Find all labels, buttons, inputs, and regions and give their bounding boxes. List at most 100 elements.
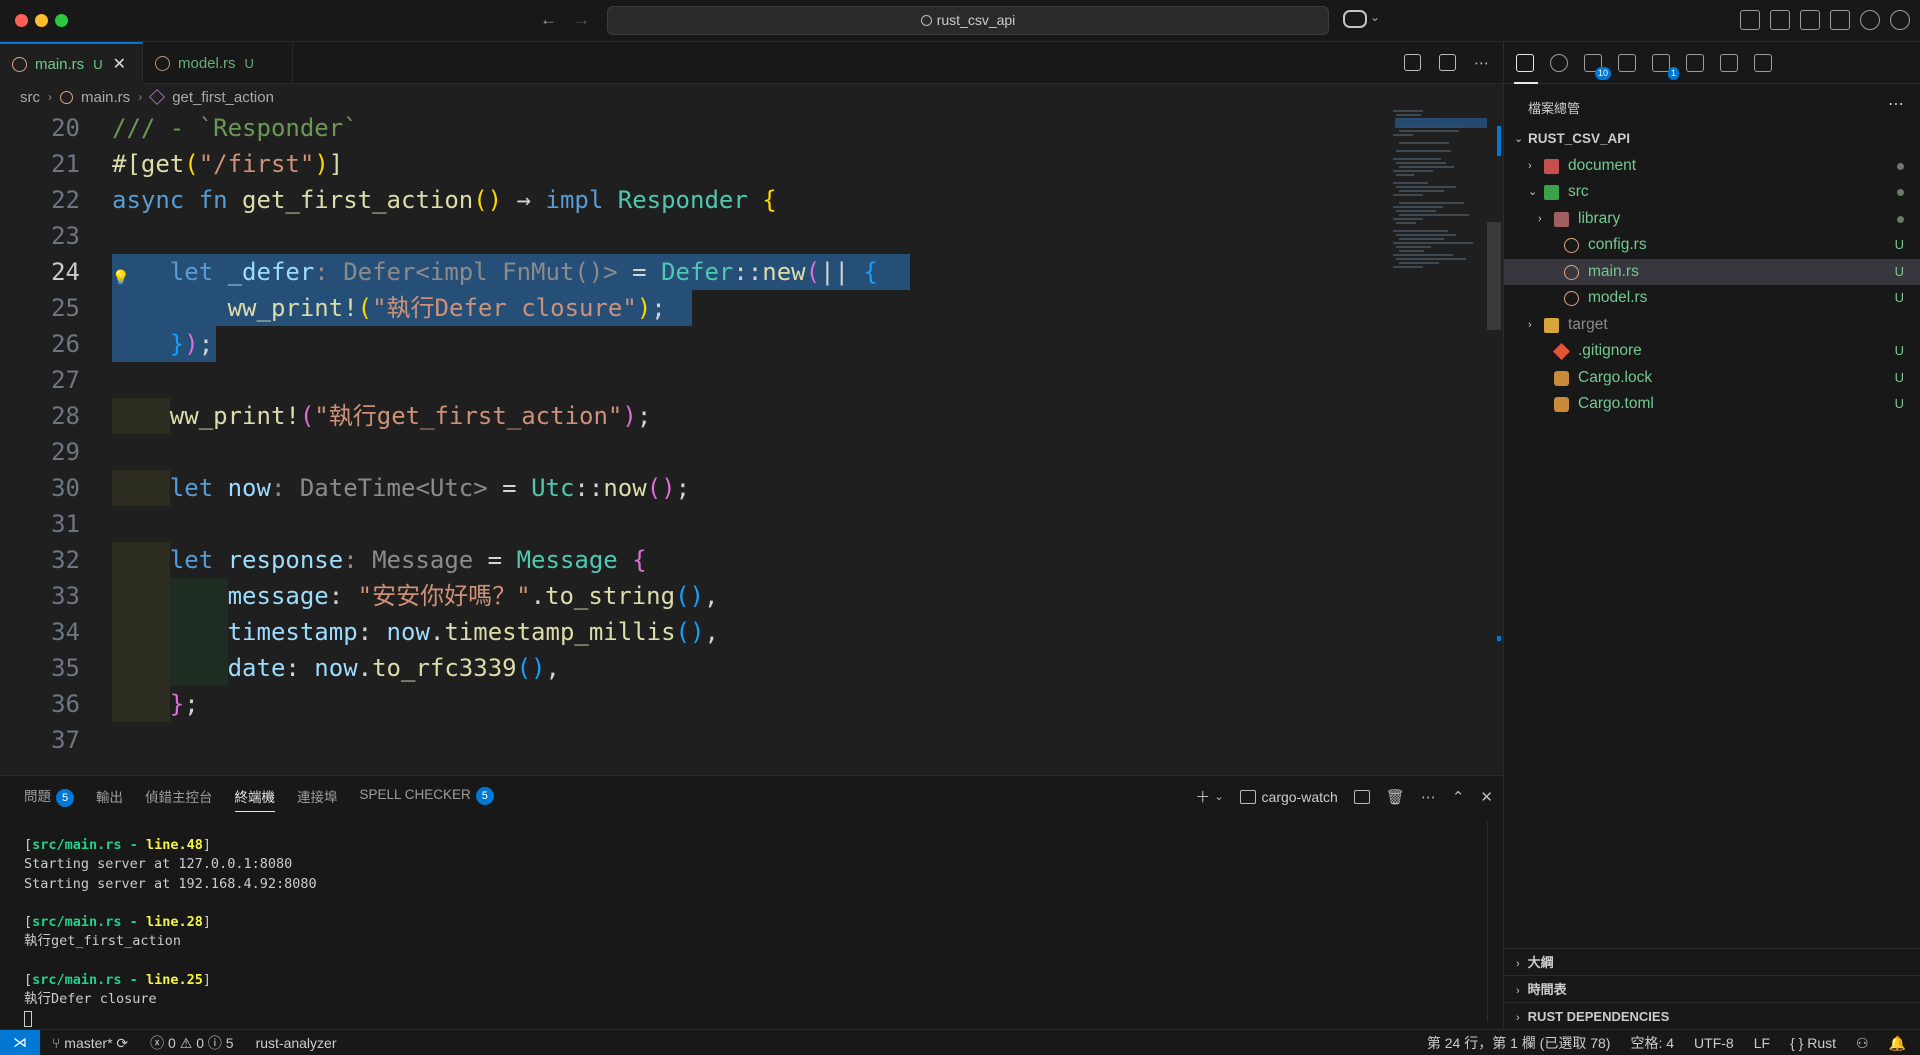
panel-tab-label: 輸出 <box>96 790 123 805</box>
panel-tab[interactable]: 終端機 <box>234 780 275 812</box>
panel-tab[interactable]: 輸出 <box>96 786 123 806</box>
editor-scrollbar[interactable] <box>1487 222 1501 330</box>
lightbulb-icon[interactable]: 💡 <box>112 260 129 286</box>
code-line[interactable]: 31 <box>0 506 1390 542</box>
end-of-line[interactable]: LF <box>1754 1035 1770 1051</box>
remote-explorer-icon[interactable] <box>1686 53 1704 72</box>
tree-folder[interactable]: › library <box>1504 206 1920 233</box>
chevron-down-icon[interactable]: ⌄ <box>1370 10 1380 24</box>
tab-main-rs[interactable]: main.rs U ✕ <box>0 42 143 84</box>
panel-tab[interactable]: 問題 5 <box>24 785 74 807</box>
tree-file[interactable]: Cargo.toml U <box>1504 391 1920 418</box>
breadcrumb-folder[interactable]: src <box>20 89 40 106</box>
terminal-output[interactable]: [src/main.rs - line.48] Starting server a… <box>24 836 317 1029</box>
accounts-icon[interactable] <box>1860 10 1880 30</box>
tree-folder[interactable]: › document <box>1504 153 1920 180</box>
code-line[interactable]: 36 }; <box>0 686 1390 722</box>
search-icon[interactable] <box>1550 53 1568 72</box>
more-actions-icon[interactable]: ⋯ <box>1474 54 1489 72</box>
tree-folder[interactable]: ⌄ src <box>1504 179 1920 206</box>
minimap-line <box>1396 222 1416 224</box>
customize-layout-icon[interactable] <box>1740 10 1760 30</box>
more-actions-icon[interactable]: ⋯ <box>1421 788 1436 806</box>
code-line[interactable]: 22 async fn get_first_action() → impl Res… <box>0 182 1390 218</box>
copilot-icon[interactable] <box>1343 10 1367 28</box>
breadcrumb-file[interactable]: main.rs <box>81 89 130 106</box>
minimize-window-button[interactable] <box>35 14 48 27</box>
panel-tab[interactable]: 連接埠 <box>297 786 338 806</box>
copilot-status-icon[interactable]: ⚇ <box>1856 1035 1869 1052</box>
tab-model-rs[interactable]: model.rs U <box>143 42 293 84</box>
code-line[interactable]: 23 <box>0 218 1390 254</box>
code-line[interactable]: 26 }); <box>0 326 1390 362</box>
close-icon[interactable]: ✕ <box>113 54 126 74</box>
rust-analyzer-status[interactable]: rust-analyzer <box>256 1035 337 1051</box>
code-line[interactable]: 33 message: "安安你好嗎？".to_string(), <box>0 578 1390 614</box>
panel-tab[interactable]: SPELL CHECKER 5 <box>360 787 494 805</box>
source-control-icon[interactable]: 10 <box>1584 53 1611 80</box>
tree-file[interactable]: main.rs U <box>1504 258 1920 285</box>
code-line[interactable]: 34 timestamp: now.timestamp_millis(), <box>0 614 1390 650</box>
encoding[interactable]: UTF-8 <box>1694 1035 1734 1051</box>
code-line[interactable]: 28 ww_print!("執行get_first_action"); <box>0 398 1390 434</box>
minimap-viewport[interactable] <box>1395 118 1487 128</box>
notifications-icon[interactable]: 🔔 <box>1889 1035 1906 1052</box>
toggle-secondary-sidebar-icon[interactable] <box>1830 10 1850 30</box>
sidebar-section[interactable]: › 時間表 <box>1504 975 1920 1002</box>
code-line[interactable]: 25 ww_print!("執行Defer closure"); <box>0 290 1390 326</box>
terminal-selector[interactable]: cargo-watch <box>1239 789 1338 805</box>
tree-file[interactable]: model.rs U <box>1504 285 1920 312</box>
code-editor[interactable]: 20 /// - `Responder` 21 #[get("/first")] 22 a… <box>0 110 1503 775</box>
chevron-down-icon[interactable]: ⌄ <box>1214 790 1223 803</box>
split-editor-icon[interactable] <box>1439 54 1456 71</box>
tree-file[interactable]: Cargo.lock U <box>1504 365 1920 392</box>
open-changes-icon[interactable] <box>1404 54 1421 71</box>
remote-indicator-icon[interactable]: ⋊ <box>0 1030 40 1055</box>
sidebar-section[interactable]: › RUST DEPENDENCIES <box>1504 1002 1920 1029</box>
zoom-window-button[interactable] <box>55 14 68 27</box>
close-window-button[interactable] <box>15 14 28 27</box>
more-actions-icon[interactable]: ⋯ <box>1888 94 1904 114</box>
tree-file[interactable]: .gitignore U <box>1504 338 1920 365</box>
code-line[interactable]: 24 let _defer: Defer<impl FnMut()> = Def… <box>0 254 1390 290</box>
breadcrumb-symbol[interactable]: get_first_action <box>172 89 274 106</box>
maximize-panel-icon[interactable]: ⌃ <box>1452 788 1465 806</box>
command-center-search[interactable]: rust_csv_api <box>607 6 1329 35</box>
language-mode[interactable]: { } Rust <box>1790 1035 1836 1051</box>
code-line[interactable]: 27 <box>0 362 1390 398</box>
toggle-panel-icon[interactable] <box>1800 10 1820 30</box>
tree-root[interactable]: ⌄ RUST_CSV_API <box>1504 126 1920 153</box>
indentation[interactable]: 空格: 4 <box>1630 1033 1674 1053</box>
code-line[interactable]: 29 <box>0 434 1390 470</box>
code-line[interactable]: 30 let now: DateTime<Utc> = Utc::now(); <box>0 470 1390 506</box>
panel-tab[interactable]: 偵錯主控台 <box>145 786 213 806</box>
go-forward-icon[interactable]: → <box>573 10 590 30</box>
tree-folder[interactable]: › target <box>1504 312 1920 339</box>
cursor-position[interactable]: 第 24 行，第 1 欄 (已選取 78) <box>1427 1033 1611 1053</box>
branch-indicator[interactable]: ⑂ master* ⟳ <box>52 1035 128 1052</box>
terminal-scrollbar[interactable] <box>1487 822 1488 1022</box>
split-terminal-icon[interactable] <box>1353 789 1370 804</box>
containers-icon[interactable] <box>1720 53 1738 72</box>
chevron-right-icon: › <box>1516 985 1520 997</box>
gear-icon[interactable] <box>1890 10 1910 30</box>
chat-icon[interactable] <box>1754 53 1772 72</box>
code-line[interactable]: 21 #[get("/first")] <box>0 146 1390 182</box>
tree-file[interactable]: config.rs U <box>1504 232 1920 259</box>
code-line[interactable]: 37 <box>0 722 1390 758</box>
go-back-icon[interactable]: ← <box>540 10 557 30</box>
problems-indicator[interactable]: ⓧ 0 ⚠ 0 ⓘ 5 <box>150 1033 233 1053</box>
code-line[interactable]: 20 /// - `Responder` <box>0 110 1390 146</box>
new-terminal-icon[interactable]: ＋ <box>1195 786 1210 807</box>
explorer-icon[interactable] <box>1516 53 1534 72</box>
minimap-line <box>1393 110 1423 112</box>
trash-icon[interactable]: 🗑 <box>1386 788 1405 806</box>
minimap[interactable] <box>1393 110 1488 295</box>
close-icon[interactable]: ✕ <box>1480 788 1493 806</box>
extensions-icon[interactable]: 1 <box>1652 53 1679 80</box>
toggle-primary-sidebar-icon[interactable] <box>1770 10 1790 30</box>
run-debug-icon[interactable] <box>1618 53 1636 72</box>
code-line[interactable]: 32 let response: Message = Message { <box>0 542 1390 578</box>
sidebar-section[interactable]: › 大綱 <box>1504 948 1920 975</box>
code-line[interactable]: 35 date: now.to_rfc3339(), <box>0 650 1390 686</box>
